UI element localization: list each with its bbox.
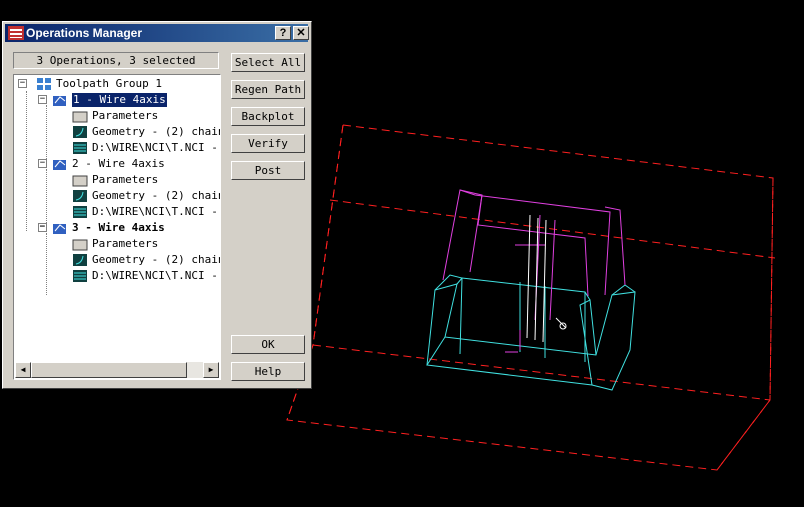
tree-connector	[26, 91, 27, 231]
ok-button[interactable]: OK	[231, 335, 305, 354]
folder-icon	[72, 111, 88, 123]
geometry-label: Geometry - (2) chain(	[92, 253, 221, 266]
operation-label: 2 - Wire 4axis	[72, 157, 165, 170]
tree-root-label: Toolpath Group 1	[56, 77, 162, 90]
tree-connector	[46, 105, 47, 167]
nci-label: D:\WIRE\NCI\T.NCI - 7	[92, 269, 221, 282]
geometry-label: Geometry - (2) chain(	[92, 189, 221, 202]
help-button[interactable]: Help	[231, 362, 305, 381]
dialog-title: Operations Manager	[26, 26, 143, 40]
post-button[interactable]: Post	[231, 161, 305, 180]
help-title-button[interactable]: ?	[275, 26, 291, 40]
backplot-button[interactable]: Backplot	[231, 107, 305, 126]
close-button[interactable]: ✕	[293, 26, 309, 40]
regen-path-button[interactable]: Regen Path	[231, 80, 305, 99]
parameters-label: Parameters	[92, 173, 159, 186]
tree-connector	[46, 233, 47, 295]
geometry-icon	[73, 190, 87, 202]
collapse-icon[interactable]: −	[18, 79, 27, 88]
operation-label: 3 - Wire 4axis	[72, 221, 165, 234]
horizontal-scrollbar[interactable]: ◀ ▶	[15, 362, 219, 378]
nci-label: D:\WIRE\NCI\T.NCI - 3	[92, 205, 221, 218]
nci-file-icon	[73, 206, 87, 218]
tree-connector	[46, 169, 47, 231]
cursor-icon	[555, 317, 567, 330]
operation-folder-icon	[53, 160, 66, 170]
parameters-label: Parameters	[92, 237, 159, 250]
scroll-left-icon[interactable]: ◀	[15, 362, 31, 378]
toolpath-group-icon	[37, 78, 51, 90]
operation-folder-icon	[53, 96, 66, 106]
geometry-icon	[73, 126, 87, 138]
operations-manager-dialog: Operations Manager ? ✕ 3 Operations, 3 s…	[2, 21, 312, 389]
nci-file-icon	[73, 142, 87, 154]
collapse-icon[interactable]: −	[38, 159, 47, 168]
nci-label: D:\WIRE\NCI\T.NCI - 3	[92, 141, 221, 154]
scroll-right-icon[interactable]: ▶	[203, 362, 219, 378]
operation-folder-icon	[53, 224, 66, 234]
select-all-button[interactable]: Select All	[231, 53, 305, 72]
nci-file-icon	[73, 270, 87, 282]
geometry-icon	[73, 254, 87, 266]
title-bar[interactable]: Operations Manager ? ✕	[5, 24, 309, 42]
scrollbar-thumb[interactable]	[31, 362, 187, 378]
status-text: 3 Operations, 3 selected	[13, 52, 219, 69]
stock-boundary	[286, 124, 776, 471]
collapse-icon[interactable]: −	[38, 223, 47, 232]
verify-button[interactable]: Verify	[231, 134, 305, 153]
folder-icon	[72, 239, 88, 251]
parameters-label: Parameters	[92, 109, 159, 122]
folder-icon	[72, 175, 88, 187]
collapse-icon[interactable]: −	[38, 95, 47, 104]
operations-tree[interactable]: − Toolpath Group 1 − 1 - Wire 4axis Para…	[13, 74, 221, 380]
operation-label: 1 - Wire 4axis	[72, 93, 167, 107]
geometry-label: Geometry - (2) chain(	[92, 125, 221, 138]
wire-path-lines	[526, 214, 547, 343]
part-geometry	[426, 274, 636, 391]
app-icon	[8, 26, 24, 40]
toolpath	[442, 189, 626, 353]
